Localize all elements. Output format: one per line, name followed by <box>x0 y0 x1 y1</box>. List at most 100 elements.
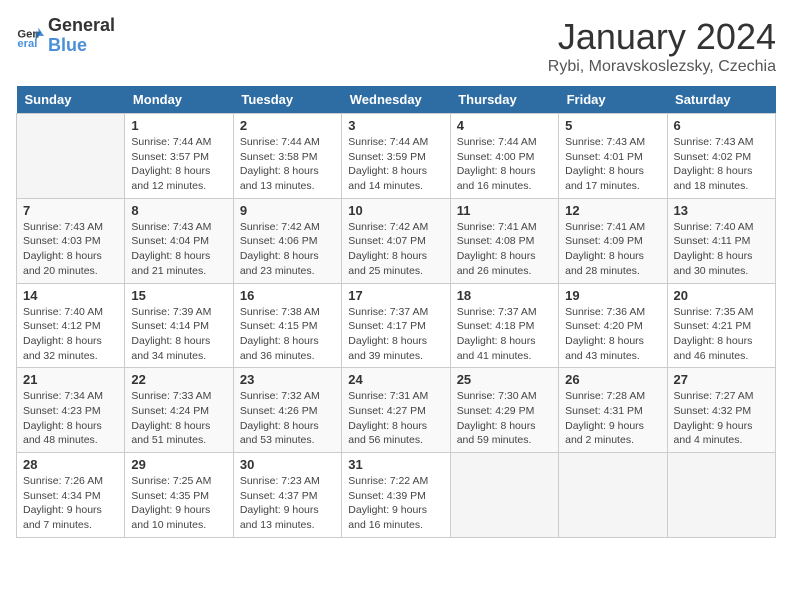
day-cell: 17Sunrise: 7:37 AM Sunset: 4:17 PM Dayli… <box>342 283 450 368</box>
day-info: Sunrise: 7:44 AM Sunset: 3:59 PM Dayligh… <box>348 135 443 194</box>
calendar-table: SundayMondayTuesdayWednesdayThursdayFrid… <box>16 86 776 538</box>
day-cell: 3 Sunrise: 7:44 AM Sunset: 3:59 PM Daylig… <box>342 114 450 199</box>
weekday-header-thursday: Thursday <box>450 86 558 114</box>
day-cell: 29 Sunrise: 7:25 AM Sunset: 4:35 PM Dayli… <box>125 453 233 538</box>
day-number: 16 <box>240 288 335 303</box>
day-info: Sunrise: 7:25 AM Sunset: 4:35 PM Dayligh… <box>131 474 226 533</box>
day-cell: 31 Sunrise: 7:22 AM Sunset: 4:39 PM Dayli… <box>342 453 450 538</box>
weekday-header-sunday: Sunday <box>17 86 125 114</box>
day-number: 10 <box>348 203 443 218</box>
day-cell: 10 Sunrise: 7:42 AM Sunset: 4:07 PM Dayli… <box>342 198 450 283</box>
day-number: 22 <box>131 372 226 387</box>
day-info: Sunrise: 7:33 AM Sunset: 4:24 PM Dayligh… <box>131 389 226 448</box>
day-info: Sunrise: 7:26 AM Sunset: 4:34 PM Dayligh… <box>23 474 118 533</box>
day-info: Sunrise: 7:22 AM Sunset: 4:39 PM Dayligh… <box>348 474 443 533</box>
day-cell: 1Sunrise: 7:44 AM Sunset: 3:57 PM Daylig… <box>125 114 233 199</box>
day-info: Sunrise: 7:44 AM Sunset: 3:58 PM Dayligh… <box>240 135 335 194</box>
day-cell: 7 Sunrise: 7:43 AM Sunset: 4:03 PM Daylig… <box>17 198 125 283</box>
day-cell: 22 Sunrise: 7:33 AM Sunset: 4:24 PM Dayli… <box>125 368 233 453</box>
day-info: Sunrise: 7:44 AM Sunset: 4:00 PM Dayligh… <box>457 135 552 194</box>
day-number: 13 <box>674 203 769 218</box>
day-cell: 5 Sunrise: 7:43 AM Sunset: 4:01 PM Daylig… <box>559 114 667 199</box>
day-info: Sunrise: 7:40 AM Sunset: 4:11 PM Dayligh… <box>674 220 769 279</box>
day-number: 29 <box>131 457 226 472</box>
day-cell: 12Sunrise: 7:41 AM Sunset: 4:09 PM Dayli… <box>559 198 667 283</box>
day-number: 21 <box>23 372 118 387</box>
day-cell: 8Sunrise: 7:43 AM Sunset: 4:04 PM Daylig… <box>125 198 233 283</box>
day-number: 6 <box>674 118 769 133</box>
weekday-header-monday: Monday <box>125 86 233 114</box>
day-cell: 16 Sunrise: 7:38 AM Sunset: 4:15 PM Dayli… <box>233 283 341 368</box>
day-number: 7 <box>23 203 118 218</box>
weekday-header-wednesday: Wednesday <box>342 86 450 114</box>
weekday-header-friday: Friday <box>559 86 667 114</box>
logo: Gen eral General Blue <box>16 16 115 56</box>
day-info: Sunrise: 7:43 AM Sunset: 4:01 PM Dayligh… <box>565 135 660 194</box>
calendar-subtitle: Rybi, Moravskoslezsky, Czechia <box>548 58 776 76</box>
day-number: 3 <box>348 118 443 133</box>
week-row-2: 7 Sunrise: 7:43 AM Sunset: 4:03 PM Daylig… <box>17 198 776 283</box>
day-cell: 15 Sunrise: 7:39 AM Sunset: 4:14 PM Dayli… <box>125 283 233 368</box>
day-number: 14 <box>23 288 118 303</box>
day-number: 18 <box>457 288 552 303</box>
day-info: Sunrise: 7:40 AM Sunset: 4:12 PM Dayligh… <box>23 305 118 364</box>
day-info: Sunrise: 7:43 AM Sunset: 4:03 PM Dayligh… <box>23 220 118 279</box>
day-info: Sunrise: 7:35 AM Sunset: 4:21 PM Dayligh… <box>674 305 769 364</box>
day-cell <box>450 453 558 538</box>
day-info: Sunrise: 7:41 AM Sunset: 4:08 PM Dayligh… <box>457 220 552 279</box>
day-number: 31 <box>348 457 443 472</box>
day-cell: 28Sunrise: 7:26 AM Sunset: 4:34 PM Dayli… <box>17 453 125 538</box>
day-cell: 4Sunrise: 7:44 AM Sunset: 4:00 PM Daylig… <box>450 114 558 199</box>
day-cell: 20 Sunrise: 7:35 AM Sunset: 4:21 PM Dayli… <box>667 283 775 368</box>
day-cell <box>559 453 667 538</box>
day-cell: 14 Sunrise: 7:40 AM Sunset: 4:12 PM Dayli… <box>17 283 125 368</box>
day-number: 11 <box>457 203 552 218</box>
day-cell: 26Sunrise: 7:28 AM Sunset: 4:31 PM Dayli… <box>559 368 667 453</box>
svg-text:eral: eral <box>17 38 37 50</box>
day-cell: 27 Sunrise: 7:27 AM Sunset: 4:32 PM Dayli… <box>667 368 775 453</box>
day-number: 8 <box>131 203 226 218</box>
day-cell: 30Sunrise: 7:23 AM Sunset: 4:37 PM Dayli… <box>233 453 341 538</box>
page-header: Gen eral General Blue January 2024 Rybi,… <box>16 16 776 76</box>
day-info: Sunrise: 7:34 AM Sunset: 4:23 PM Dayligh… <box>23 389 118 448</box>
day-cell: 9 Sunrise: 7:42 AM Sunset: 4:06 PM Daylig… <box>233 198 341 283</box>
logo-text-blue: Blue <box>48 35 87 55</box>
calendar-title: January 2024 <box>548 16 776 58</box>
day-info: Sunrise: 7:27 AM Sunset: 4:32 PM Dayligh… <box>674 389 769 448</box>
day-cell: 23 Sunrise: 7:32 AM Sunset: 4:26 PM Dayli… <box>233 368 341 453</box>
day-cell: 21 Sunrise: 7:34 AM Sunset: 4:23 PM Dayli… <box>17 368 125 453</box>
week-row-5: 28Sunrise: 7:26 AM Sunset: 4:34 PM Dayli… <box>17 453 776 538</box>
day-number: 25 <box>457 372 552 387</box>
day-number: 19 <box>565 288 660 303</box>
day-cell: 13 Sunrise: 7:40 AM Sunset: 4:11 PM Dayli… <box>667 198 775 283</box>
week-row-3: 14 Sunrise: 7:40 AM Sunset: 4:12 PM Dayli… <box>17 283 776 368</box>
title-area: January 2024 Rybi, Moravskoslezsky, Czec… <box>548 16 776 76</box>
day-info: Sunrise: 7:43 AM Sunset: 4:02 PM Dayligh… <box>674 135 769 194</box>
day-number: 15 <box>131 288 226 303</box>
day-info: Sunrise: 7:31 AM Sunset: 4:27 PM Dayligh… <box>348 389 443 448</box>
day-info: Sunrise: 7:23 AM Sunset: 4:37 PM Dayligh… <box>240 474 335 533</box>
day-cell: 24Sunrise: 7:31 AM Sunset: 4:27 PM Dayli… <box>342 368 450 453</box>
week-row-1: 1Sunrise: 7:44 AM Sunset: 3:57 PM Daylig… <box>17 114 776 199</box>
logo-icon: Gen eral <box>16 22 44 50</box>
week-row-4: 21 Sunrise: 7:34 AM Sunset: 4:23 PM Dayli… <box>17 368 776 453</box>
day-number: 27 <box>674 372 769 387</box>
day-number: 5 <box>565 118 660 133</box>
day-info: Sunrise: 7:32 AM Sunset: 4:26 PM Dayligh… <box>240 389 335 448</box>
day-info: Sunrise: 7:44 AM Sunset: 3:57 PM Dayligh… <box>131 135 226 194</box>
day-info: Sunrise: 7:36 AM Sunset: 4:20 PM Dayligh… <box>565 305 660 364</box>
day-cell <box>17 114 125 199</box>
day-number: 26 <box>565 372 660 387</box>
day-info: Sunrise: 7:38 AM Sunset: 4:15 PM Dayligh… <box>240 305 335 364</box>
day-number: 2 <box>240 118 335 133</box>
day-number: 20 <box>674 288 769 303</box>
day-info: Sunrise: 7:42 AM Sunset: 4:07 PM Dayligh… <box>348 220 443 279</box>
day-number: 23 <box>240 372 335 387</box>
day-cell: 19 Sunrise: 7:36 AM Sunset: 4:20 PM Dayli… <box>559 283 667 368</box>
logo-text-general: General <box>48 15 115 35</box>
day-info: Sunrise: 7:39 AM Sunset: 4:14 PM Dayligh… <box>131 305 226 364</box>
day-info: Sunrise: 7:42 AM Sunset: 4:06 PM Dayligh… <box>240 220 335 279</box>
day-number: 9 <box>240 203 335 218</box>
day-info: Sunrise: 7:30 AM Sunset: 4:29 PM Dayligh… <box>457 389 552 448</box>
day-info: Sunrise: 7:41 AM Sunset: 4:09 PM Dayligh… <box>565 220 660 279</box>
